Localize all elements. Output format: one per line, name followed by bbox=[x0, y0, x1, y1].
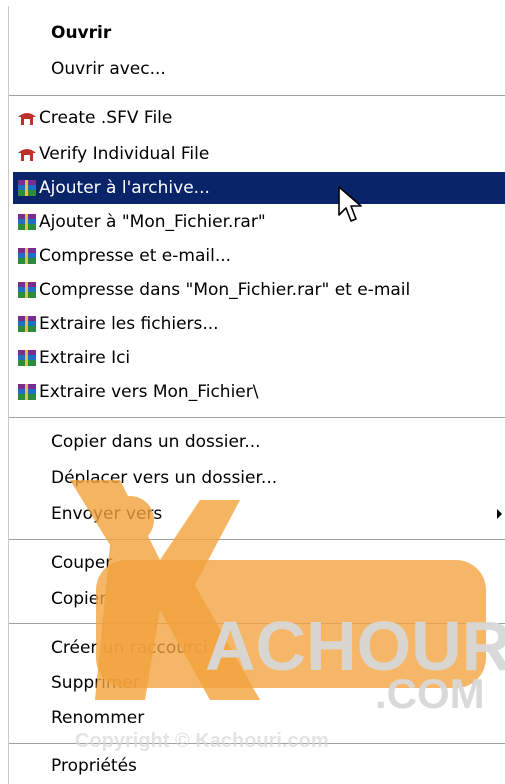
winrar-icon bbox=[18, 282, 36, 298]
menu-item-envoyer-vers[interactable]: Envoyer vers bbox=[13, 498, 505, 530]
winrar-icon bbox=[18, 180, 36, 196]
menu-item-proprietes[interactable]: Propriétés bbox=[13, 750, 505, 782]
menu-item-copier[interactable]: Copier bbox=[13, 583, 505, 615]
menu-item-copier-dossier[interactable]: Copier dans un dossier... bbox=[13, 426, 505, 458]
submenu-arrow-icon bbox=[497, 509, 502, 519]
menu-item-ajouter-archive[interactable]: Ajouter à l'archive... bbox=[13, 172, 505, 204]
menu-item-label: Ajouter à l'archive... bbox=[39, 178, 210, 198]
menu-item-label: Copier bbox=[51, 589, 107, 609]
menu-item-label: Ajouter à "Mon_Fichier.rar" bbox=[39, 212, 266, 232]
menu-separator bbox=[9, 417, 505, 419]
menu-item-supprimer[interactable]: Supprimer bbox=[13, 667, 505, 699]
menu-item-label: Ouvrir bbox=[51, 23, 112, 43]
menu-item-label: Propriétés bbox=[51, 756, 137, 776]
menu-item-ajouter-rar[interactable]: Ajouter à "Mon_Fichier.rar" bbox=[13, 206, 505, 238]
menu-item-couper[interactable]: Couper bbox=[13, 547, 505, 579]
menu-separator bbox=[9, 623, 505, 625]
menu-separator bbox=[9, 95, 505, 97]
menu-item-ouvrir-avec[interactable]: Ouvrir avec... bbox=[13, 53, 505, 85]
menu-item-label: Extraire vers Mon_Fichier\ bbox=[39, 382, 259, 402]
menu-item-label: Compresse et e-mail... bbox=[39, 246, 232, 266]
menu-item-ouvrir[interactable]: Ouvrir bbox=[13, 17, 505, 49]
menu-item-label: Extraire les fichiers... bbox=[39, 314, 219, 334]
sfv-icon bbox=[18, 149, 36, 161]
menu-item-label: Couper bbox=[51, 553, 113, 573]
menu-item-creer-raccourci[interactable]: Créer un raccourci bbox=[13, 632, 505, 664]
menu-item-label: Renommer bbox=[51, 708, 145, 728]
menu-item-label: Ouvrir avec... bbox=[51, 59, 166, 79]
menu-item-compresse-email[interactable]: Compresse et e-mail... bbox=[13, 240, 505, 272]
menu-item-label: Envoyer vers bbox=[51, 504, 163, 524]
menu-item-label: Supprimer bbox=[51, 673, 140, 693]
menu-item-label: Déplacer vers un dossier... bbox=[51, 468, 278, 488]
menu-item-label: Verify Individual File bbox=[39, 144, 210, 164]
menu-item-extraire-vers[interactable]: Extraire vers Mon_Fichier\ bbox=[13, 376, 505, 408]
winrar-icon bbox=[18, 350, 36, 366]
menu-item-label: Créer un raccourci bbox=[51, 638, 208, 658]
winrar-icon bbox=[18, 248, 36, 264]
menu-separator bbox=[9, 539, 505, 541]
menu-item-renommer[interactable]: Renommer bbox=[13, 702, 505, 734]
menu-item-label: Compresse dans "Mon_Fichier.rar" et e-ma… bbox=[39, 280, 411, 300]
mouse-cursor-icon bbox=[338, 186, 362, 222]
sfv-icon bbox=[18, 113, 36, 125]
menu-item-label: Copier dans un dossier... bbox=[51, 432, 261, 452]
winrar-icon bbox=[18, 214, 36, 230]
menu-item-label: Extraire Ici bbox=[39, 348, 131, 368]
menu-separator bbox=[9, 743, 505, 745]
menu-item-verify-file[interactable]: Verify Individual File bbox=[13, 138, 505, 170]
menu-item-label: Create .SFV File bbox=[39, 108, 173, 128]
winrar-icon bbox=[18, 316, 36, 332]
menu-item-extraire-ici[interactable]: Extraire Ici bbox=[13, 342, 505, 374]
menu-item-deplacer-dossier[interactable]: Déplacer vers un dossier... bbox=[13, 462, 505, 494]
winrar-icon bbox=[18, 384, 36, 400]
menu-item-create-sfv[interactable]: Create .SFV File bbox=[13, 102, 505, 134]
context-menu: Ouvrir Ouvrir avec... Create .SFV File V… bbox=[8, 6, 505, 784]
menu-item-extraire-fichiers[interactable]: Extraire les fichiers... bbox=[13, 308, 505, 340]
menu-item-compresse-rar-email[interactable]: Compresse dans "Mon_Fichier.rar" et e-ma… bbox=[13, 274, 505, 306]
